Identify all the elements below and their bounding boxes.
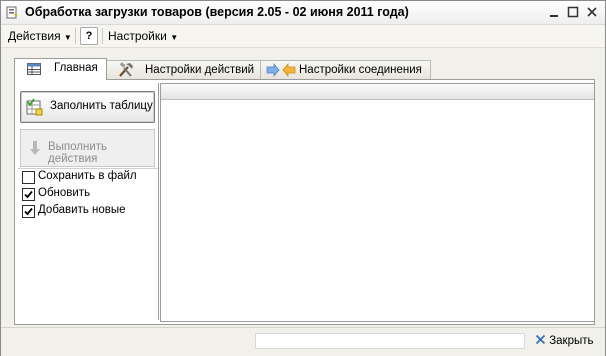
checkmark-icon [24,190,33,199]
table-icon [27,63,41,78]
data-table[interactable] [160,83,595,322]
left-pane: Заполнить таблицу Выполнить действия Сох… [18,83,159,320]
arrow-down-icon [29,140,41,159]
settings-menu[interactable]: Настройки ▼ [108,29,178,43]
save-to-file-label: Сохранить в файл [38,170,137,182]
menu-bar: Действия ▼ ? Настройки ▼ [1,25,605,48]
fill-table-icon [26,98,44,119]
tab-connection-settings[interactable]: Настройки соединения [260,60,431,79]
app-icon [6,6,19,19]
chevron-down-icon: ▼ [170,33,179,42]
update-label: Обновить [38,187,91,199]
maximize-icon[interactable] [565,4,581,20]
minimize-icon[interactable] [546,4,562,20]
fill-table-button[interactable]: Заполнить таблицу [20,91,155,123]
fill-table-label: Заполнить таблицу [50,100,153,112]
chevron-down-icon: ▼ [63,33,72,42]
table-header [161,84,594,100]
actions-menu[interactable]: Действия ▼ [8,29,72,43]
add-new-checkbox[interactable] [22,205,35,218]
tab-action-settings-label: Настройки действий [145,64,255,76]
save-to-file-checkbox[interactable] [22,171,35,184]
bottom-bar: Закрыть [1,327,605,356]
main-window: Обработка загрузки товаров (версия 2.05 … [0,0,606,356]
add-new-label: Добавить новые [38,204,126,216]
menu-divider [75,28,76,44]
tab-main-label: Главная [54,62,98,74]
arrows-icon [266,63,296,80]
menu-divider [102,28,103,44]
actions-menu-label: Действия [8,29,61,43]
status-field [255,333,525,349]
tab-action-settings[interactable]: Настройки действий [106,60,261,79]
window-title: Обработка загрузки товаров (версия 2.05 … [25,5,409,19]
execute-actions-button[interactable]: Выполнить действия [20,129,155,167]
execute-actions-label: Выполнить действия [48,141,108,165]
help-button[interactable]: ? [80,27,98,45]
settings-menu-label: Настройки [108,29,167,43]
update-checkbox[interactable] [22,188,35,201]
tab-main[interactable]: Главная [14,58,107,80]
main-tab-panel: Заполнить таблицу Выполнить действия Сох… [14,79,595,325]
close-button[interactable]: Закрыть [535,334,594,347]
divider [18,168,158,169]
close-button-label: Закрыть [549,335,594,347]
close-icon [535,334,546,345]
close-window-icon[interactable] [584,4,600,20]
checkmark-icon [24,207,33,216]
title-bar[interactable]: Обработка загрузки товаров (версия 2.05 … [1,1,605,25]
tab-connection-settings-label: Настройки соединения [299,64,422,76]
tab-strip: Главная Настройки действий Настройки сое… [1,48,605,80]
